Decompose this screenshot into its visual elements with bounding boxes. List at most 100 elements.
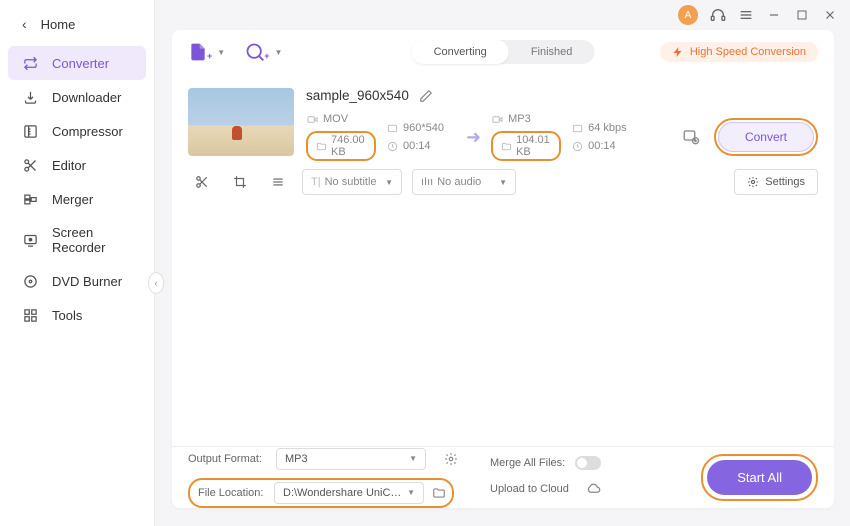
home-label: Home [41,17,76,32]
file-item: sample_960x540 MOV 746.00 KB [188,88,818,195]
gear-icon [747,176,759,188]
tab-converting[interactable]: Converting [412,40,509,64]
bitrate-icon [571,122,583,134]
arrow-right-icon: ➜ [466,127,481,148]
start-all-button[interactable]: Start All [707,460,812,495]
status-tabs: Converting Finished [412,40,595,64]
audio-dropdown[interactable]: ıIıı No audio ▼ [412,169,516,195]
converter-icon [22,55,38,71]
collapse-sidebar-button[interactable]: ‹ [148,272,164,294]
screen-recorder-icon [22,232,38,248]
sidebar-item-screen-recorder[interactable]: Screen Recorder [0,216,154,264]
compress-icon [22,123,38,139]
bottom-bar: Output Format: MP3 ▼ File Location: D:\W… [172,446,834,508]
upload-cloud-label: Upload to Cloud [490,483,569,495]
audio-icon [491,113,503,125]
maximize-icon[interactable] [794,7,810,23]
open-folder-icon[interactable] [428,482,450,504]
sidebar-item-label: Downloader [52,90,121,105]
file-location-dropdown[interactable]: D:\Wondershare UniConverter 1 ▼ [274,482,424,504]
output-settings-icon[interactable] [682,128,700,146]
subtitle-value: No subtitle [325,176,377,188]
audio-value: No audio [437,176,481,188]
more-icon[interactable] [264,170,292,194]
sidebar-item-label: Screen Recorder [52,225,136,255]
sidebar-item-editor[interactable]: Editor [0,148,154,182]
file-location-value: D:\Wondershare UniConverter 1 [283,487,407,499]
sidebar-item-dvd-burner[interactable]: DVD Burner [0,264,154,298]
sidebar-item-converter[interactable]: Converter [8,46,146,80]
dst-duration: 00:14 [588,140,616,152]
close-icon[interactable] [822,7,838,23]
grid-icon [22,307,38,323]
trim-icon[interactable] [188,170,216,194]
video-thumbnail[interactable] [188,88,294,156]
clock-icon [386,140,398,152]
sidebar-item-label: DVD Burner [52,274,122,289]
sidebar-item-downloader[interactable]: Downloader [0,80,154,114]
high-speed-conversion-button[interactable]: High Speed Conversion [660,42,818,62]
output-format-settings-icon[interactable] [440,448,462,470]
file-location-highlight: File Location: D:\Wondershare UniConvert… [188,478,454,508]
download-icon [22,89,38,105]
sidebar-item-label: Editor [52,158,86,173]
sidebar-item-label: Merger [52,192,93,207]
dst-size: 104.01 KB [516,134,552,158]
sidebar-item-tools[interactable]: Tools [0,298,154,332]
src-format: MOV [323,113,348,125]
add-file-button[interactable]: + ▼ [188,42,225,62]
crop-icon[interactable] [226,170,254,194]
chevron-down-icon: ▼ [407,488,415,497]
subtitle-icon: T| [311,176,321,188]
subtitle-dropdown[interactable]: T| No subtitle ▼ [302,169,402,195]
convert-button[interactable]: Convert [718,122,814,152]
plus-icon: + [264,51,269,61]
video-icon [306,113,318,125]
chevron-down-icon: ▼ [217,48,225,57]
sidebar-item-compressor[interactable]: Compressor [0,114,154,148]
src-resolution: 960*540 [403,122,444,134]
dst-format: MP3 [508,113,531,125]
high-speed-label: High Speed Conversion [690,46,806,58]
home-button[interactable]: ‹ Home [0,4,154,46]
clock-icon [571,140,583,152]
sidebar: ‹ Home Converter Downloader Compressor E… [0,0,155,526]
output-format-value: MP3 [285,453,308,465]
chevron-left-icon: ‹ [22,16,27,32]
merge-all-toggle[interactable] [575,456,601,470]
avatar[interactable]: A [678,5,698,25]
lightning-icon [672,46,684,58]
start-all-highlight: Start All [701,454,818,501]
chevron-down-icon: ▼ [274,48,282,57]
scissors-icon [22,157,38,173]
plus-icon: + [207,51,212,61]
chevron-down-icon: ▼ [385,178,393,187]
tab-finished[interactable]: Finished [509,40,595,64]
settings-label: Settings [765,176,805,188]
main-panel: + ▼ + ▼ Converting Finished High Speed C… [172,30,834,508]
sidebar-item-label: Compressor [52,124,123,139]
headset-icon[interactable] [710,7,726,23]
hamburger-icon[interactable] [738,7,754,23]
src-duration: 00:14 [403,140,431,152]
output-format-dropdown[interactable]: MP3 ▼ [276,448,426,470]
file-name: sample_960x540 [306,88,409,103]
folder-icon [315,140,327,152]
convert-button-highlight: Convert [714,118,818,156]
folder-icon [500,140,512,152]
cloud-icon[interactable] [583,478,605,500]
chevron-down-icon: ▼ [409,454,417,463]
settings-button[interactable]: Settings [734,169,818,195]
topbar: + ▼ + ▼ Converting Finished High Speed C… [172,30,834,74]
sidebar-item-merger[interactable]: Merger [0,182,154,216]
disc-icon [22,273,38,289]
edit-icon[interactable] [419,89,433,103]
dst-bitrate: 64 kbps [588,122,627,134]
minimize-icon[interactable] [766,7,782,23]
add-url-button[interactable]: + ▼ [245,42,282,62]
resolution-icon [386,122,398,134]
output-format-label: Output Format: [188,453,266,465]
waveform-icon: ıIıı [421,176,433,188]
sidebar-item-label: Converter [52,56,109,71]
chevron-down-icon: ▼ [499,178,507,187]
